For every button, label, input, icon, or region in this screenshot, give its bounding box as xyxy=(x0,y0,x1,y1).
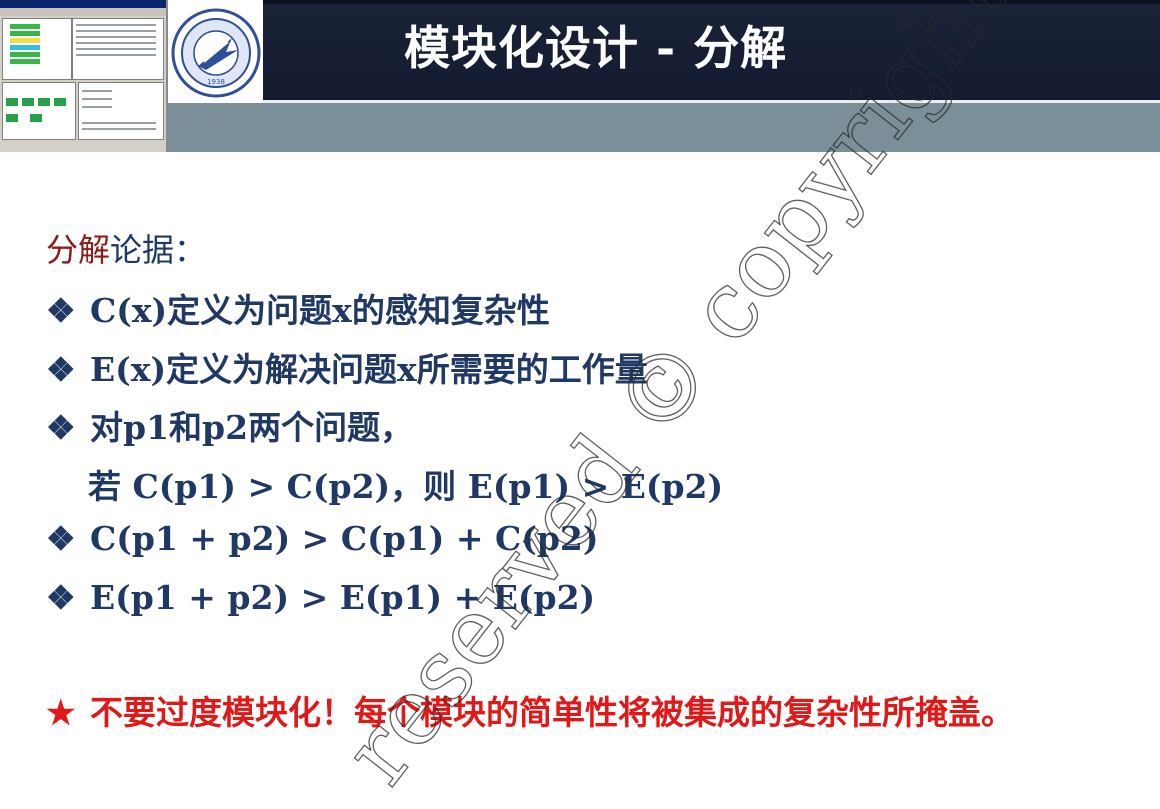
bullet-line: ❖ E(x)定义为解决问题x所需要的工作量 xyxy=(46,343,648,391)
header-subbar xyxy=(263,103,1160,152)
continuation-line: 若 C(p1) > C(p2)，则 E(p1) > E(p2) xyxy=(88,467,724,506)
heading-keyword: 分解 xyxy=(46,231,111,269)
diamond-bullet-icon: ❖ xyxy=(46,519,76,558)
bullet-text: C(p1 + p2) > C(p1) + C(p2) xyxy=(90,519,599,558)
heading-rest: 论据： xyxy=(110,231,207,269)
bullet-text: E(x)定义为解决问题x所需要的工作量 xyxy=(90,350,648,389)
section-heading: 分解论据： xyxy=(46,225,206,271)
slide-header: 1938 模块化设计 - 分解 xyxy=(0,0,1160,152)
slide-title: 模块化设计 - 分解 xyxy=(404,21,788,75)
diamond-bullet-icon: ❖ xyxy=(46,408,76,447)
software-screenshot-thumbnail xyxy=(0,0,168,152)
bullet-line: ❖ 对p1和p2两个问题， xyxy=(46,401,413,449)
bullet-line: ❖ C(x)定义为问题x的感知复杂性 xyxy=(46,284,550,332)
diamond-bullet-icon: ❖ xyxy=(46,578,76,617)
diamond-bullet-icon: ❖ xyxy=(46,291,76,330)
bullet-text: E(p1 + p2) > E(p1) + E(p2) xyxy=(90,578,596,617)
bullet-text: C(x)定义为问题x的感知复杂性 xyxy=(90,291,550,330)
svg-text:1938: 1938 xyxy=(207,78,225,86)
university-logo: 1938 xyxy=(168,4,263,103)
bullet-text: 对p1和p2两个问题， xyxy=(90,408,414,447)
diamond-bullet-icon: ❖ xyxy=(46,350,76,389)
star-icon: ★ xyxy=(46,693,76,732)
bullet-line: ❖ E(p1 + p2) > E(p1) + E(p2) xyxy=(46,578,595,617)
bullet-line: ❖ C(p1 + p2) > C(p1) + C(p2) xyxy=(46,519,599,558)
warning-note: ★ 不要过度模块化！每个模块的简单性将被集成的复杂性所掩盖。 xyxy=(46,688,1126,738)
warning-text: 不要过度模块化！每个模块的简单性将被集成的复杂性所掩盖。 xyxy=(90,693,1014,732)
